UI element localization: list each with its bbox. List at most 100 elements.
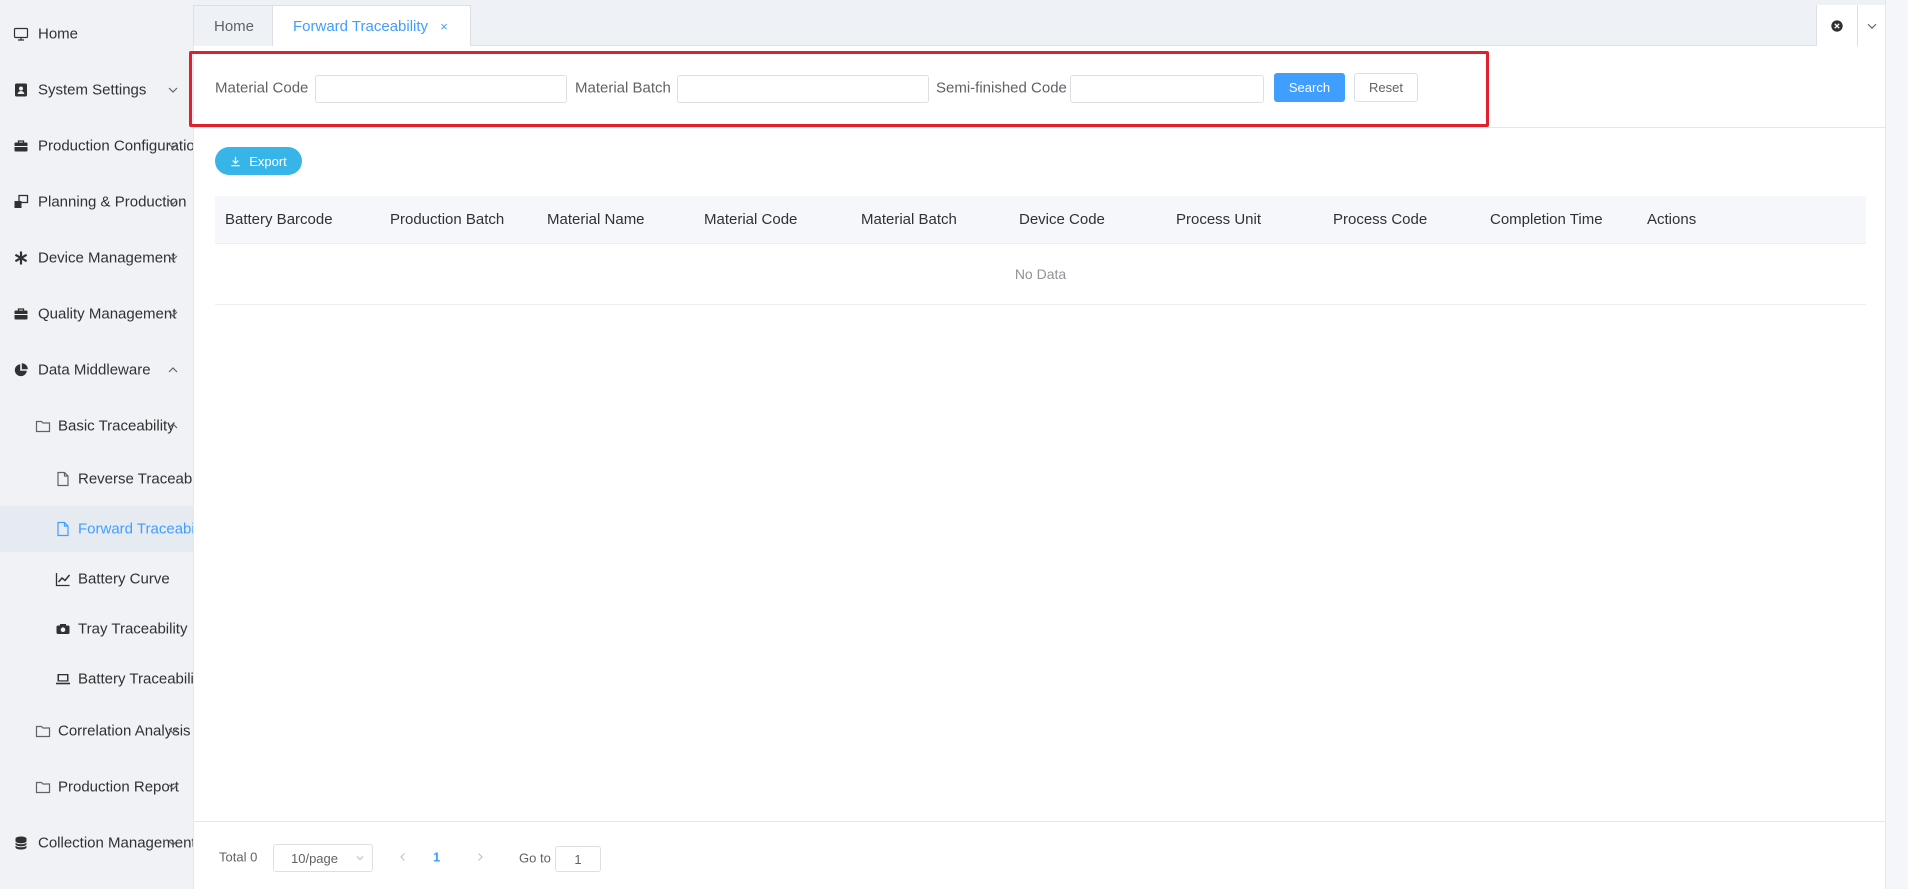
table-header: Battery Barcode Production Batch Material … [215, 196, 1866, 244]
page-size-value: 10/page [291, 850, 338, 866]
sidebar-item-home[interactable]: Home [0, 11, 193, 57]
download-icon [231, 156, 240, 166]
sidebar-item-label: Battery Curve [78, 570, 170, 588]
sidebar-item-production-report[interactable]: Production Report [0, 764, 193, 810]
sidebar-item-collection-management[interactable]: Collection Management [0, 820, 193, 866]
sidebar-item-correlation-analysis[interactable]: Correlation Analysis [0, 708, 193, 754]
sidebar-item-production-configuration[interactable]: Production Configuration [0, 123, 193, 169]
column-header: Process Code [1333, 211, 1428, 228]
chevron-up-icon [166, 363, 180, 377]
sidebar-item-forward-traceability[interactable]: Forward Traceability [0, 506, 193, 552]
chevron-down-icon [166, 251, 180, 265]
sidebar-item-data-middleware[interactable]: Data Middleware [0, 347, 193, 393]
document-icon [54, 470, 72, 488]
material-batch-input[interactable] [677, 75, 929, 103]
sidebar-item-label: Home [38, 25, 79, 43]
data-table: Battery Barcode Production Batch Material … [215, 196, 1866, 305]
material-batch-label: Material Batch [575, 79, 671, 97]
search-button[interactable]: Search [1274, 73, 1345, 102]
chevron-down-icon [166, 195, 180, 209]
chevron-down-icon [356, 856, 364, 861]
database-icon [12, 834, 30, 852]
chevron-down-icon [166, 836, 180, 850]
page-number[interactable]: 1 [433, 850, 440, 865]
folder-icon [34, 778, 52, 796]
semi-finished-code-input[interactable] [1070, 75, 1264, 103]
sidebar-item-label: System Settings [38, 81, 147, 99]
column-header: Device Code [1019, 211, 1105, 228]
sidebar-item-label: Basic Traceability [58, 417, 175, 435]
sidebar-item-label: Quality Management [38, 305, 177, 323]
chevron-down-icon[interactable] [1857, 5, 1885, 46]
goto-page-input[interactable] [555, 846, 601, 872]
column-header: Completion Time [1490, 211, 1603, 228]
briefcase-icon [12, 137, 30, 155]
export-label: Export [249, 153, 287, 169]
sidebar-item-reverse-traceability[interactable]: Reverse Traceability [0, 456, 193, 502]
export-button[interactable]: Export [215, 147, 302, 175]
goto-label: Go to [519, 850, 551, 866]
table-body: No Data [215, 244, 1866, 305]
column-header: Material Batch [861, 211, 957, 228]
tab-forward-traceability[interactable]: Forward Traceability × [272, 5, 472, 47]
chevron-down-icon [166, 83, 180, 97]
document-icon [54, 520, 72, 538]
prev-page-button[interactable] [395, 848, 411, 866]
sidebar-item-label: Forward Traceability [78, 520, 193, 538]
camera-icon [54, 620, 72, 638]
sidebar-item-planning-production[interactable]: Planning & Production [0, 179, 193, 225]
user-card-icon [12, 81, 30, 99]
vertical-scrollbar[interactable] [1885, 0, 1908, 889]
sidebar-item-label: Production Report [58, 778, 179, 796]
sidebar-item-label: Planning & Production [38, 193, 187, 211]
sidebar-item-battery-traceability[interactable]: Battery Traceability [0, 656, 193, 702]
tabs-bar: Home Forward Traceability × [193, 0, 1885, 47]
column-header: Process Unit [1176, 211, 1262, 228]
tab-home[interactable]: Home [193, 5, 276, 46]
monitor-icon [12, 25, 30, 43]
reset-button[interactable]: Reset [1354, 73, 1418, 102]
folder-icon [34, 417, 52, 435]
pagination: Total 0 10/page 1 Go to [194, 821, 1886, 889]
material-code-input[interactable] [315, 75, 567, 103]
tabs-tools [1816, 5, 1885, 46]
windows-icon [12, 193, 30, 211]
line-chart-icon [54, 570, 72, 588]
column-header: Material Code [704, 211, 798, 228]
column-header: Actions [1647, 211, 1697, 228]
chevron-up-icon [166, 419, 180, 433]
folder-icon [34, 722, 52, 740]
chevron-down-icon [166, 780, 180, 794]
semi-finished-code-label: Semi-finished Code [936, 79, 1067, 97]
chevron-down-icon [166, 139, 180, 153]
column-header: Battery Barcode [225, 211, 333, 228]
column-header: Production Batch [390, 211, 505, 228]
sidebar-item-tray-traceability[interactable]: Tray Traceability [0, 606, 193, 652]
sidebar-item-label: Data Middleware [38, 361, 151, 379]
laptop-icon [54, 670, 72, 688]
sidebar-item-label: Device Management [38, 249, 176, 267]
chevron-right-icon [478, 853, 483, 861]
sidebar-item-battery-curve[interactable]: Battery Curve [0, 556, 193, 602]
sidebar-item-label: Tray Traceability [78, 620, 188, 638]
material-code-label: Material Code [215, 79, 309, 97]
sidebar-item-label: Reverse Traceability [78, 470, 193, 488]
sidebar-item-basic-traceability[interactable]: Basic Traceability [0, 403, 193, 449]
pie-chart-icon [12, 361, 30, 379]
sidebar: Home System Settings Production Configurat… [0, 0, 193, 889]
briefcase-icon [12, 305, 30, 323]
sidebar-item-device-management[interactable]: Device Management [0, 235, 193, 281]
next-page-button[interactable] [472, 848, 488, 866]
main-content: Material Code Material Batch Semi-finish… [189, 46, 1886, 889]
close-all-tabs-icon[interactable] [1817, 5, 1857, 46]
empty-text: No Data [1014, 266, 1067, 282]
pagination-total: Total 0 [219, 849, 258, 865]
column-header: Material Name [547, 211, 645, 228]
tab-home-label: Home [214, 17, 255, 35]
page-size-select[interactable]: 10/page [273, 844, 373, 872]
sidebar-item-system-settings[interactable]: System Settings [0, 67, 193, 113]
close-icon[interactable]: × [438, 19, 450, 34]
tab-forward-traceability-label: Forward Traceability [293, 18, 429, 35]
sidebar-item-quality-management[interactable]: Quality Management [0, 291, 193, 337]
asterisk-icon [12, 249, 30, 267]
